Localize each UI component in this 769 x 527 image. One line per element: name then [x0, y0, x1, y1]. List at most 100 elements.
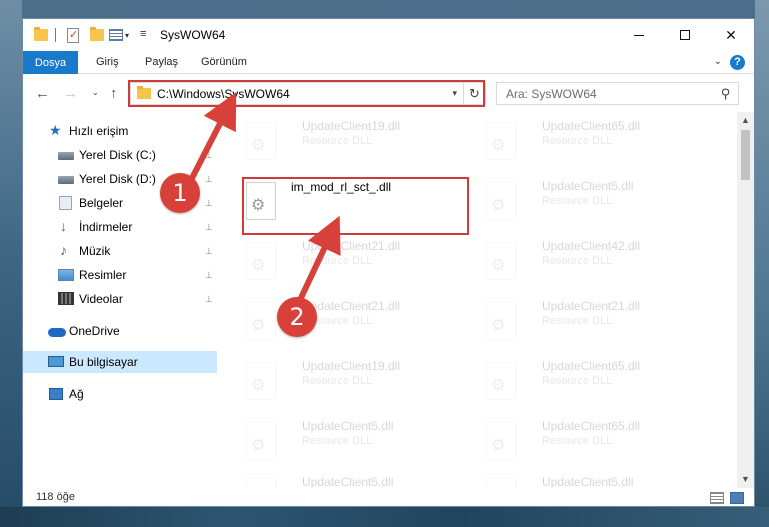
sidebar-item-label: Belgeler: [79, 196, 124, 210]
sidebar-item-downloads[interactable]: ↓ İndirmeler ⊥: [23, 216, 217, 238]
maximize-button[interactable]: [662, 19, 708, 51]
desktop-background-left: [0, 0, 22, 527]
search-icon[interactable]: ⚲: [721, 86, 731, 102]
quick-access-dropdown-icon[interactable]: ≡: [140, 28, 146, 44]
dll-file-icon: [486, 362, 516, 400]
file-name: UpdateClient5.dll: [542, 179, 634, 193]
new-folder-icon[interactable]: [90, 27, 104, 41]
large-icons-view-icon[interactable]: [730, 492, 744, 504]
tab-file[interactable]: Dosya: [23, 51, 78, 74]
file-type: Resource DLL: [542, 375, 613, 387]
dll-file-icon: [486, 422, 516, 460]
file-type: Resource DLL: [302, 135, 373, 147]
toolbar-separator: [55, 28, 56, 42]
pin-icon[interactable]: ⊥: [205, 150, 213, 161]
file-item[interactable]: UpdateClient21.dll Resource DLL: [241, 236, 473, 286]
minimize-icon: [634, 34, 644, 36]
pin-icon[interactable]: ⊥: [205, 246, 213, 257]
customize-quick-access-icon[interactable]: [109, 29, 123, 41]
file-item[interactable]: UpdateClient5.dll Resource DLL: [481, 176, 713, 226]
download-icon: ↓: [60, 218, 67, 234]
chevron-down-icon[interactable]: ▾: [125, 31, 129, 47]
properties-icon[interactable]: [67, 28, 79, 43]
sidebar-item-videos[interactable]: Videolar ⊥: [23, 288, 217, 310]
tab-view[interactable]: Görünüm: [201, 56, 247, 68]
desktop-background-right: [755, 0, 769, 527]
file-name: UpdateClient65.dll: [542, 419, 641, 433]
back-button[interactable]: ←: [35, 85, 50, 102]
file-type: Resource DLL: [542, 315, 613, 327]
file-item[interactable]: UpdateClient65.dll Resource DLL: [481, 416, 713, 466]
sidebar-item-music[interactable]: ♪ Müzik ⊥: [23, 240, 217, 262]
sidebar-item-label: Resimler: [79, 268, 127, 282]
scroll-thumb[interactable]: [741, 130, 750, 180]
help-icon[interactable]: ?: [730, 55, 745, 70]
pin-icon[interactable]: ⊥: [205, 174, 213, 185]
dll-file-icon: [246, 302, 276, 340]
pin-icon[interactable]: ⊥: [205, 222, 213, 233]
file-item[interactable]: UpdateClient42.dll Resource DLL: [481, 236, 713, 286]
dll-file-icon: [486, 122, 516, 160]
sidebar-item-label: Videolar: [79, 292, 123, 306]
maximize-icon: [680, 30, 690, 40]
file-item[interactable]: UpdateClient65.dll Resource DLL: [481, 356, 713, 406]
close-button[interactable]: ✕: [708, 19, 754, 51]
file-highlight-box: [242, 177, 469, 235]
sidebar-item-label: Müzik: [79, 244, 111, 258]
dll-file-icon: [486, 242, 516, 280]
step-2-badge: 2: [277, 297, 317, 337]
title-bar: ▾ ≡ SysWOW64 ✕: [23, 19, 754, 51]
sidebar-item-this-pc[interactable]: Bu bilgisayar: [23, 351, 217, 373]
sidebar-item-label: Hızlı erişim: [69, 124, 129, 138]
vertical-scrollbar[interactable]: ▲ ▼: [737, 112, 754, 488]
search-input[interactable]: Ara: SysWOW64 ⚲: [496, 82, 739, 105]
pin-icon[interactable]: ⊥: [205, 294, 213, 305]
sidebar-item-local-disk-c[interactable]: Yerel Disk (C:) ⊥: [23, 144, 217, 166]
folder-icon: [34, 27, 48, 41]
minimize-button[interactable]: [616, 19, 662, 51]
tab-home[interactable]: Giriş: [96, 56, 119, 68]
file-item[interactable]: UpdateClient19.dll Resource DLL: [241, 116, 473, 166]
network-icon: [49, 388, 63, 400]
details-view-icon[interactable]: [710, 492, 724, 504]
desktop-background-bottom: [0, 507, 769, 527]
file-item[interactable]: UpdateClient19.dll Resource DLL: [241, 356, 473, 406]
forward-button[interactable]: →: [63, 85, 78, 102]
up-button[interactable]: ↑: [110, 85, 118, 102]
scroll-down-button[interactable]: ▼: [737, 471, 754, 488]
sidebar-item-label: Yerel Disk (D:): [79, 172, 156, 186]
sidebar-item-pictures[interactable]: Resimler ⊥: [23, 264, 217, 286]
sidebar-item-network[interactable]: Ağ: [23, 383, 217, 405]
navigation-pane: ★ Hızlı erişim Yerel Disk (C:) ⊥ Yerel D…: [23, 112, 219, 488]
file-type: Resource DLL: [302, 255, 373, 267]
file-name: UpdateClient21.dll: [302, 299, 401, 313]
file-item[interactable]: UpdateClient21.dll Resource DLL: [241, 296, 473, 346]
sidebar-item-label: Ağ: [69, 387, 84, 401]
expand-ribbon-icon[interactable]: ⌄: [714, 56, 722, 67]
disk-icon: [58, 152, 74, 160]
sidebar-item-label: Bu bilgisayar: [69, 355, 138, 369]
dll-file-icon: [246, 242, 276, 280]
sidebar-item-quick-access[interactable]: ★ Hızlı erişim: [23, 120, 217, 142]
recent-locations-button[interactable]: ⌄: [92, 88, 99, 97]
file-name: UpdateClient42.dll: [542, 239, 641, 253]
file-item[interactable]: UpdateClient65.dll Resource DLL: [481, 116, 713, 166]
scroll-up-button[interactable]: ▲: [737, 112, 754, 129]
dll-file-icon: [246, 362, 276, 400]
file-name: UpdateClient65.dll: [542, 119, 641, 133]
file-type: Resource DLL: [542, 195, 613, 207]
file-item[interactable]: UpdateClient21.dll Resource DLL: [481, 296, 713, 346]
status-bar: 118 öğe: [23, 488, 754, 506]
sidebar-item-onedrive[interactable]: OneDrive: [23, 320, 217, 342]
file-name: UpdateClient21.dll: [542, 299, 641, 313]
file-name: UpdateClient19.dll: [302, 359, 401, 373]
dll-file-icon: [486, 302, 516, 340]
pin-icon[interactable]: ⊥: [205, 270, 213, 281]
pin-icon[interactable]: ⊥: [205, 198, 213, 209]
tab-share[interactable]: Paylaş: [145, 56, 178, 68]
sidebar-item-label: İndirmeler: [79, 220, 133, 234]
file-name: UpdateClient19.dll: [302, 119, 401, 133]
file-type: Resource DLL: [302, 435, 373, 447]
file-type: Resource DLL: [542, 135, 613, 147]
file-item[interactable]: UpdateClient5.dll Resource DLL: [241, 416, 473, 466]
